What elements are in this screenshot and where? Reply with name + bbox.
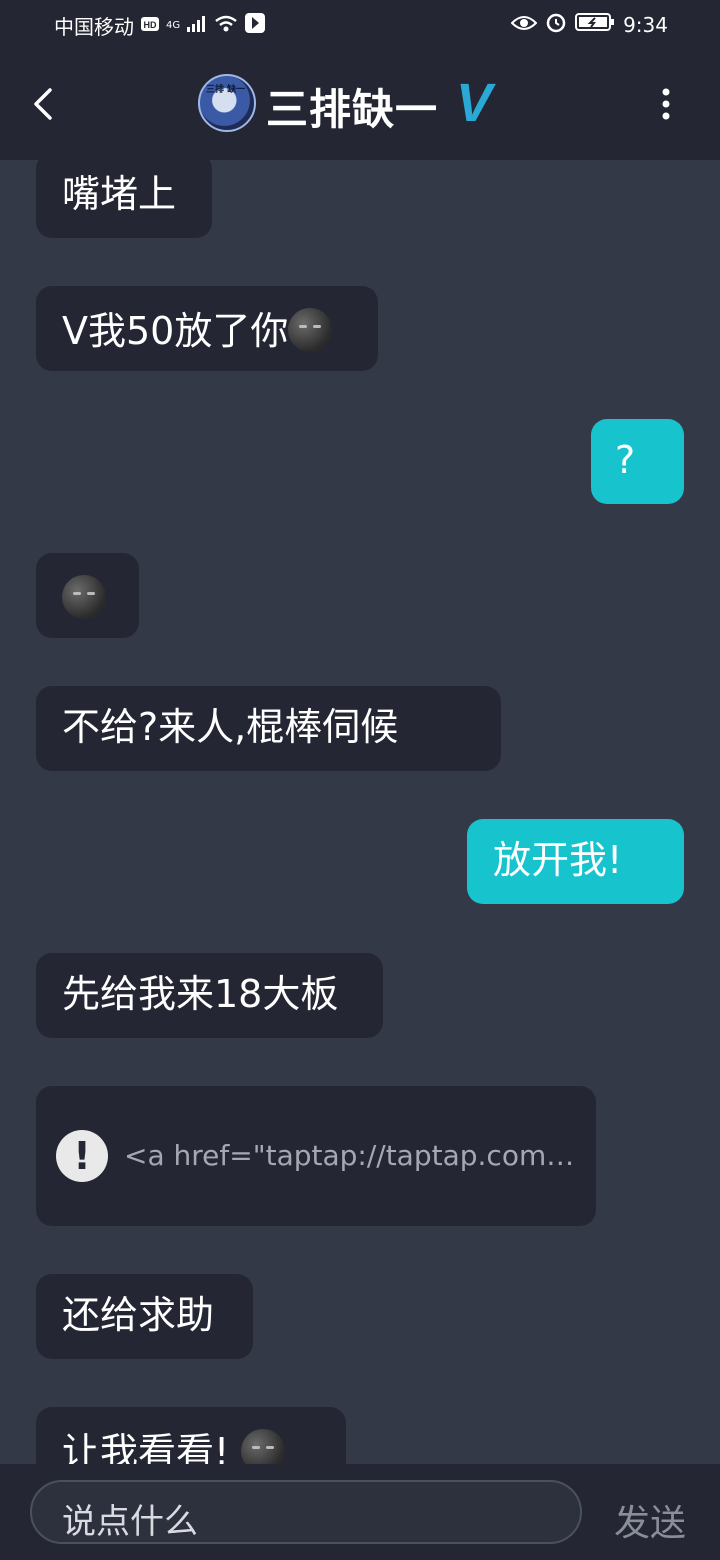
- message-bubble[interactable]: 嘴堵上: [36, 153, 212, 238]
- hd-icon: HD: [140, 14, 160, 38]
- network-label: 4G: [166, 20, 181, 31]
- message-input[interactable]: 说点什么: [30, 1480, 582, 1544]
- avatar[interactable]: 三排 缺一: [198, 74, 256, 132]
- chat-title: 三排缺一: [266, 85, 439, 134]
- message-bubble[interactable]: 不给?来人,棍棒伺候: [36, 686, 501, 771]
- input-placeholder: 说点什么: [62, 1502, 198, 1542]
- back-button[interactable]: [28, 84, 60, 124]
- message-text: ?: [615, 438, 636, 482]
- message-text: 先给我来18大板: [62, 972, 339, 1016]
- more-vertical-icon: [662, 88, 670, 120]
- clock-label: 9:34: [623, 12, 668, 37]
- signal-icon: [186, 14, 208, 38]
- message-text: 还给求助: [62, 1293, 215, 1337]
- link-card[interactable]: ! <a href="taptap://taptap.com…: [36, 1086, 596, 1226]
- message-bubble[interactable]: 先给我来18大板: [36, 953, 383, 1038]
- message-bubble[interactable]: V我50放了你: [36, 286, 378, 371]
- message-text: 不给?来人,棍棒伺候: [62, 705, 399, 749]
- wifi-icon: [214, 14, 238, 38]
- message-text: 放开我!: [493, 838, 623, 882]
- link-text: <a href="taptap://taptap.com…: [124, 1139, 575, 1172]
- verified-badge: V: [456, 73, 493, 133]
- app-notification-icon: [244, 12, 266, 39]
- message-text: 嘴堵上: [62, 172, 177, 216]
- message-bubble-outgoing[interactable]: 放开我!: [467, 819, 684, 904]
- alarm-icon: [545, 11, 567, 38]
- input-bar: 说点什么 发送: [0, 1464, 720, 1560]
- alert-icon: !: [56, 1130, 108, 1182]
- status-bar: 中国移动 HD 4G 9:34: [0, 0, 720, 50]
- more-menu-button[interactable]: [652, 84, 680, 124]
- eye-icon: [510, 13, 538, 37]
- message-bubble[interactable]: 还给求助: [36, 1274, 253, 1359]
- status-left: 中国移动 HD 4G: [54, 11, 266, 40]
- smirk-moon-emoji-icon: [288, 308, 333, 352]
- status-right: 9:34: [510, 11, 668, 38]
- message-content: V我50放了你: [62, 308, 333, 353]
- avatar-text: 三排 缺一: [206, 85, 246, 95]
- smirk-moon-emoji-icon: [62, 575, 106, 619]
- message-text: V我50放了你: [62, 309, 289, 353]
- message-content: [62, 575, 106, 619]
- carrier-label: 中国移动: [54, 15, 134, 39]
- svg-text:HD: HD: [144, 20, 157, 30]
- message-bubble-outgoing[interactable]: ?: [591, 419, 684, 504]
- chevron-left-icon: [34, 88, 52, 120]
- message-bubble[interactable]: [36, 553, 139, 638]
- battery-icon: [575, 12, 615, 37]
- send-button[interactable]: 发送: [614, 1494, 686, 1546]
- chat-header: 三排 缺一 三排缺一 V: [0, 50, 720, 160]
